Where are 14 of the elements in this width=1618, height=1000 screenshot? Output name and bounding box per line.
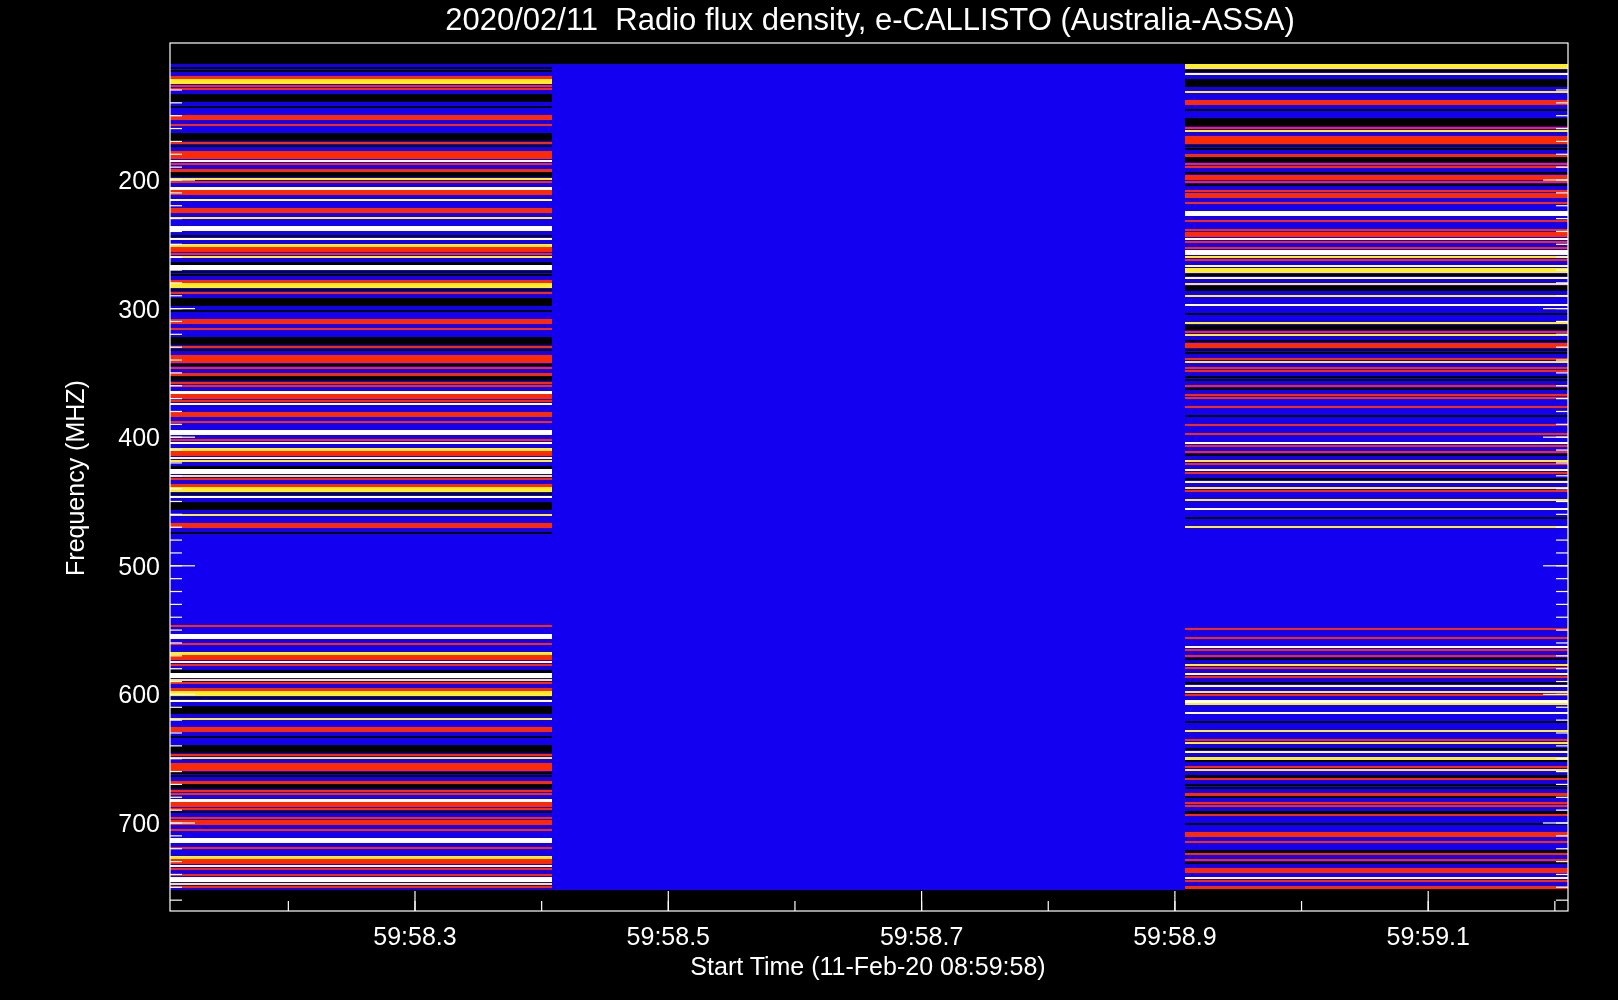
- tick-label: 700: [118, 809, 160, 837]
- axis-label: Start Time (11-Feb-20 08:59:58): [690, 952, 1046, 980]
- tick-label: 500: [118, 551, 160, 580]
- tick-label: 59:58.5: [626, 922, 710, 950]
- tick-label: 200: [118, 166, 160, 194]
- tick-label: 59:59.1: [1386, 922, 1470, 950]
- tick-label: 600: [118, 680, 160, 709]
- axis-label: Frequency (MHZ): [61, 380, 89, 576]
- tick-label: 59:58.3: [373, 922, 457, 950]
- tick-label: 59:58.9: [1133, 922, 1217, 950]
- tick-label: 400: [118, 423, 160, 452]
- tick-label: 59:58.7: [879, 922, 964, 950]
- tick-label: 300: [118, 294, 160, 323]
- plot-title: 2020/02/11 Radio flux density, e-CALLISTO (Australia-ASSA): [445, 2, 1295, 37]
